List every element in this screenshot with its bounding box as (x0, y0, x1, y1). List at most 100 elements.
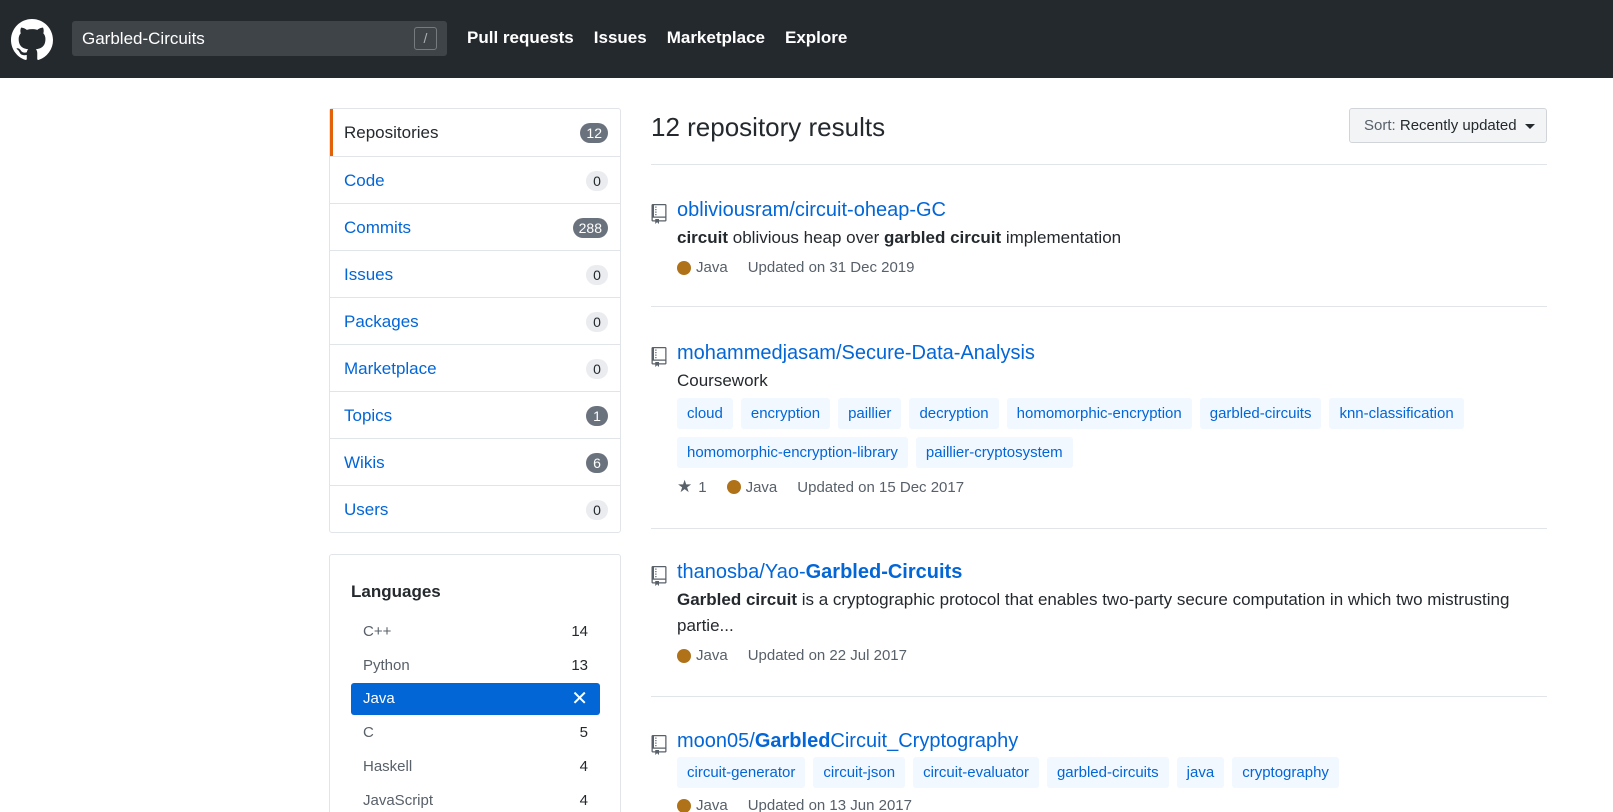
repo-name-part: Circuit_Cryptography (830, 730, 1019, 752)
menu-item-label: Topics (344, 406, 393, 425)
description-highlight: circuit (677, 228, 729, 247)
description-text: oblivious heap over (728, 228, 884, 247)
slash-shortcut-key: / (414, 27, 437, 50)
repo-name-link[interactable]: mohammedjasam/Secure-Data-Analysis (677, 342, 1035, 365)
menu-item-users[interactable]: Users 0 (330, 485, 620, 532)
topic-tag[interactable]: homomorphic-encryption (1006, 398, 1192, 429)
topic-tags: circuit-generator circuit-json circuit-eva… (677, 757, 1547, 796)
language-filter-python[interactable]: Python 13 (351, 650, 600, 682)
caret-down-icon (1524, 123, 1535, 129)
description-text: Coursework (677, 371, 768, 390)
repo-updated: Updated on 31 Dec 2019 (747, 259, 915, 276)
topic-tag[interactable]: circuit-generator (677, 757, 806, 788)
menu-item-label: Issues (344, 265, 394, 284)
language-name: Java (363, 690, 395, 707)
repo-name-link[interactable]: moon05/GarbledCircuit_Cryptography (677, 730, 1018, 753)
menu-item-counter: 0 (586, 312, 608, 332)
remove-filter-icon[interactable]: ✕ (571, 686, 588, 711)
sort-dropdown[interactable]: Sort: Recently updated (1349, 108, 1547, 143)
menu-item-packages[interactable]: Packages 0 (330, 297, 620, 344)
menu-item-topics[interactable]: Topics 1 (330, 391, 620, 438)
repo-language: Java (745, 478, 778, 496)
language-color-dot (677, 648, 691, 663)
divider (651, 306, 1547, 307)
menu-item-wikis[interactable]: Wikis 6 (330, 438, 620, 485)
sort-value: Recently updated (1399, 117, 1517, 134)
menu-item-marketplace[interactable]: Marketplace 0 (330, 344, 620, 391)
language-name: Python (363, 657, 410, 674)
language-filter-haskell[interactable]: Haskell 4 (351, 751, 600, 783)
languages-filter: Languages C++ 14 Python 13 Java ✕ C 5 Haskell 4 Ja… (329, 554, 621, 812)
description-highlight: garbled circuit (883, 228, 1002, 247)
languages-title: Languages (351, 582, 441, 601)
menu-item-code[interactable]: Code 0 (330, 156, 620, 203)
language-filter-java[interactable]: Java ✕ (351, 683, 600, 715)
language-color-dot (726, 480, 741, 494)
menu-item-repositories[interactable]: Repositories 12 (330, 109, 620, 156)
topic-tag[interactable]: paillier (838, 398, 902, 429)
repo-meta: Java Updated on 31 Dec 2019 (677, 259, 914, 276)
repo-icon (651, 347, 667, 367)
language-filter-c[interactable]: C5 (351, 717, 600, 749)
nav-explore[interactable]: Explore (785, 28, 847, 48)
menu-item-label: Packages (344, 312, 419, 331)
search-value: Garbled-Circuits (82, 29, 205, 48)
topic-tag[interactable]: homomorphic-encryption-library (677, 437, 908, 468)
menu-item-issues[interactable]: Issues 0 (330, 250, 620, 297)
repo-name-part: circuit-oheap-GC (794, 199, 946, 221)
topic-tag[interactable]: java (1176, 757, 1225, 788)
language-count: 14 (571, 623, 588, 640)
menu-item-counter: 0 (586, 359, 608, 379)
topic-tag[interactable]: encryption (740, 398, 831, 429)
topic-tag[interactable]: knn-classification (1329, 398, 1464, 429)
repo-name-highlight: Garbled-Circuits (805, 561, 963, 583)
language-filter-cpp[interactable]: C++ 14 (351, 616, 600, 648)
repo-meta: Java Updated on 22 Jul 2017 (677, 647, 907, 664)
repo-meta: Java Updated on 13 Jun 2017 (677, 797, 912, 812)
repo-owner: thanosba/ (677, 561, 765, 583)
topic-tag[interactable]: circuit-evaluator (913, 757, 1039, 788)
menu-item-label: Marketplace (344, 359, 437, 378)
topic-tag[interactable]: cloud (677, 398, 733, 429)
topic-tag[interactable]: garbled-circuits (1199, 398, 1322, 429)
language-count: 5 (579, 724, 588, 741)
language-filter-javascript[interactable]: JavaScript 4 (351, 785, 600, 812)
topic-tag[interactable]: paillier-cryptosystem (915, 437, 1073, 468)
search-input[interactable]: Garbled-Circuits / (72, 21, 447, 56)
nav-issues[interactable]: Issues (594, 28, 647, 48)
language-color-dot (677, 798, 691, 812)
repo-updated: Updated on 13 Jun 2017 (747, 797, 912, 812)
repo-updated: Updated on 22 Jul 2017 (747, 647, 907, 664)
language-count: 13 (571, 657, 588, 674)
menu-item-counter: 6 (586, 453, 608, 473)
topic-tag[interactable]: decryption (909, 398, 999, 429)
repo-description: Garbled circuit is a cryptographic proto… (677, 587, 1547, 639)
repo-name-link[interactable]: obliviousram/circuit-oheap-GC (677, 199, 946, 222)
top-header: Garbled-Circuits / Pull requests Issues … (0, 0, 1613, 78)
repo-meta: ★ 1 Java Updated on 15 Dec 2017 (677, 477, 964, 497)
repo-name-part: Secure-Data-Analysis (841, 342, 1035, 364)
repo-owner: obliviousram/ (677, 199, 795, 221)
repo-language: Java (696, 647, 728, 664)
menu-item-counter: 0 (586, 171, 608, 191)
star-count[interactable]: 1 (698, 479, 706, 496)
repo-icon (651, 735, 667, 755)
nav-marketplace[interactable]: Marketplace (667, 28, 765, 48)
github-logo-icon[interactable] (11, 19, 53, 61)
topic-tags: cloud encryption paillier decryption homomor… (677, 398, 1547, 476)
topic-tag[interactable]: circuit-json (813, 757, 906, 788)
repo-name-highlight: Garbled (754, 730, 831, 752)
language-name: JavaScript (363, 792, 434, 809)
menu-item-commits[interactable]: Commits 288 (330, 203, 620, 250)
description-highlight: Garbled circuit (677, 590, 797, 609)
language-color-dot (677, 260, 691, 275)
header-nav: Pull requests Issues Marketplace Explore (467, 28, 867, 48)
nav-pull-requests[interactable]: Pull requests (467, 28, 574, 48)
topic-tag[interactable]: garbled-circuits (1046, 757, 1169, 788)
topic-tag[interactable]: cryptography (1232, 757, 1339, 788)
menu-item-label: Code (344, 171, 385, 190)
repo-name-link[interactable]: thanosba/Yao-Garbled-Circuits (677, 561, 962, 584)
repo-icon (651, 566, 667, 586)
repo-name-part: Yao- (764, 561, 806, 583)
repo-description: Coursework (677, 368, 1547, 394)
